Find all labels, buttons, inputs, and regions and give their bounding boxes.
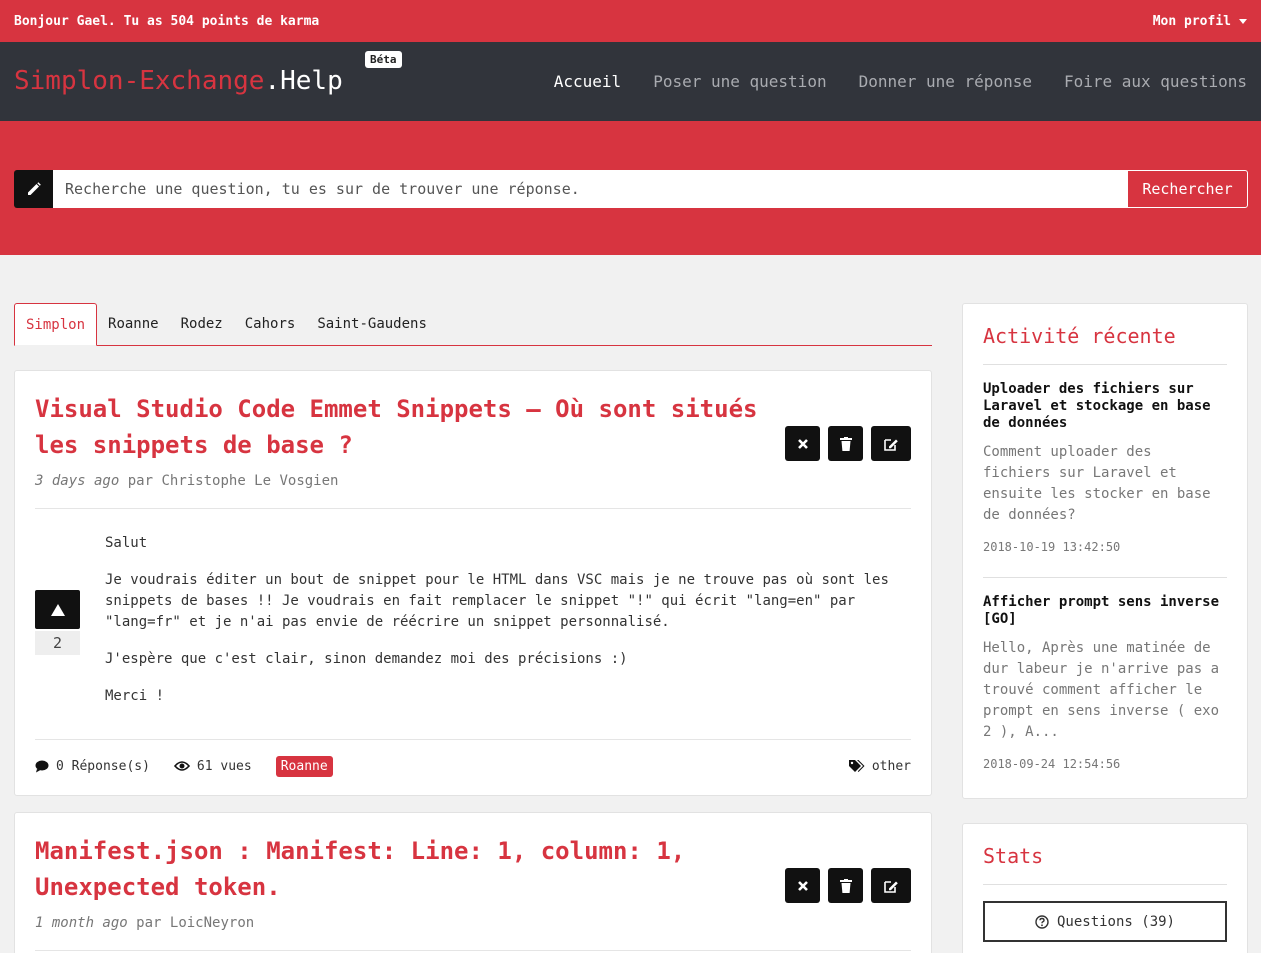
- divider: [35, 950, 911, 951]
- edit-icon[interactable]: [871, 868, 911, 903]
- tab-simplon[interactable]: Simplon: [14, 303, 98, 346]
- profile-label: Mon profil: [1152, 13, 1231, 29]
- tab-roanne[interactable]: Roanne: [97, 303, 170, 345]
- question-footer: 0 Réponse(s) 61 vues Roanne other: [35, 754, 911, 778]
- main-navbar: Simplon-Exchange .Help Béta Accueil Poser…: [0, 42, 1261, 121]
- question-meta: 3 days ago par Christophe Le Vosgien: [35, 473, 338, 489]
- body-paragraph: J'espère que c'est clair, sinon demandez…: [105, 651, 628, 667]
- tab-rodez[interactable]: Rodez: [170, 303, 234, 345]
- search-bar: Rechercher: [14, 170, 1248, 208]
- close-icon[interactable]: [785, 868, 820, 903]
- activity-item[interactable]: Uploader des fichiers sur Laravel et sto…: [983, 381, 1227, 554]
- by-label: par: [136, 915, 162, 931]
- nav-faq[interactable]: Foire aux questions: [1064, 72, 1247, 91]
- eye-icon: [173, 761, 190, 771]
- divider: [983, 577, 1227, 578]
- question-circle-icon: [1035, 914, 1049, 929]
- nav-ask-question[interactable]: Poser une question: [653, 72, 826, 91]
- divider: [983, 364, 1227, 365]
- question-title[interactable]: Manifest.json : Manifest: Line: 1, colum…: [35, 833, 775, 905]
- answers-label: 0 Réponse(s): [56, 758, 150, 774]
- answers-count: 0 Réponse(s): [35, 759, 150, 774]
- edit-icon[interactable]: [871, 426, 911, 461]
- question-body: Salut Je voudrais éditer un bout de snip…: [105, 533, 895, 723]
- question-card: Manifest.json : Manifest: Line: 1, colum…: [14, 812, 932, 953]
- activity-date: 2018-09-24 12:54:56: [983, 757, 1121, 771]
- activity-title[interactable]: Afficher prompt sens inverse [GO]: [983, 594, 1227, 628]
- divider: [35, 508, 911, 509]
- activity-date: 2018-10-19 13:42:50: [983, 540, 1121, 554]
- brand-name-part2: .Help: [264, 65, 343, 96]
- activity-description: Comment uploader des fichiers sur Larave…: [983, 444, 1211, 523]
- brand-name-part1: Simplon-Exchange: [14, 65, 265, 96]
- stats-panel: Stats Questions (39): [962, 823, 1248, 953]
- question-meta: 1 month ago par LoicNeyron: [35, 915, 254, 931]
- body-paragraph: Salut: [105, 535, 148, 551]
- campus-badge[interactable]: Roanne: [275, 755, 333, 777]
- tab-saint-gaudens[interactable]: Saint-Gaudens: [306, 303, 438, 345]
- arrow-up-icon[interactable]: [35, 590, 80, 629]
- question-author[interactable]: Christophe Le Vosgien: [161, 473, 338, 489]
- views-count: 61 vues: [173, 758, 252, 774]
- trash-icon[interactable]: [828, 868, 863, 903]
- tab-cahors[interactable]: Cahors: [234, 303, 307, 345]
- nav-accueil[interactable]: Accueil: [554, 72, 621, 91]
- trash-icon[interactable]: [828, 426, 863, 461]
- question-title[interactable]: Visual Studio Code Emmet Snippets – Où s…: [35, 391, 775, 463]
- stats-title: Stats: [983, 844, 1044, 868]
- search-band: Rechercher: [0, 121, 1261, 255]
- top-bar: Bonjour Gael. Tu as 504 points de karma …: [0, 0, 1261, 42]
- caret-down-icon: [1239, 18, 1247, 24]
- body-paragraph: Merci !: [105, 688, 165, 704]
- question-tags: other: [848, 759, 911, 774]
- by-label: par: [127, 473, 154, 489]
- question-card: Visual Studio Code Emmet Snippets – Où s…: [14, 370, 932, 796]
- campus-tabs: Simplon Roanne Rodez Cahors Saint-Gauden…: [14, 303, 932, 346]
- activity-title[interactable]: Uploader des fichiers sur Laravel et sto…: [983, 381, 1227, 432]
- karma-greeting: Bonjour Gael. Tu as 504 points de karma: [14, 13, 320, 29]
- vote-box: 2: [35, 590, 80, 655]
- activity-item[interactable]: Afficher prompt sens inverse [GO] Hello,…: [983, 594, 1227, 771]
- brand-logo[interactable]: Simplon-Exchange .Help Béta: [14, 50, 402, 96]
- tags-icon: [848, 760, 865, 772]
- views-label: 61 vues: [196, 758, 252, 774]
- close-icon[interactable]: [785, 426, 820, 461]
- recent-activity-title: Activité récente: [983, 324, 1176, 348]
- question-time: 1 month ago: [35, 915, 128, 931]
- search-input[interactable]: [53, 170, 1127, 208]
- questions-stat-label: Questions (39): [1056, 913, 1175, 930]
- tag-label[interactable]: other: [872, 759, 911, 774]
- profile-dropdown[interactable]: Mon profil: [1153, 14, 1247, 29]
- recent-activity-panel: Activité récente Uploader des fichiers s…: [962, 303, 1248, 799]
- vote-count: 2: [35, 631, 80, 655]
- divider: [983, 884, 1227, 885]
- comment-icon: [35, 760, 49, 772]
- search-button[interactable]: Rechercher: [1127, 170, 1248, 208]
- body-paragraph: Je voudrais éditer un bout de snippet po…: [105, 572, 889, 630]
- question-author[interactable]: LoicNeyron: [170, 915, 254, 931]
- questions-stat-button[interactable]: Questions (39): [983, 901, 1227, 942]
- question-actions: [785, 426, 911, 461]
- beta-badge: Béta: [365, 50, 402, 68]
- nav-give-answer[interactable]: Donner une réponse: [859, 72, 1032, 91]
- question-actions: [785, 868, 911, 903]
- pencil-icon: [14, 170, 53, 208]
- nav-links: Accueil Poser une question Donner une ré…: [554, 72, 1247, 91]
- divider: [35, 739, 911, 740]
- question-time: 3 days ago: [35, 473, 120, 489]
- activity-description: Hello, Après une matinée de dur labeur j…: [983, 640, 1220, 740]
